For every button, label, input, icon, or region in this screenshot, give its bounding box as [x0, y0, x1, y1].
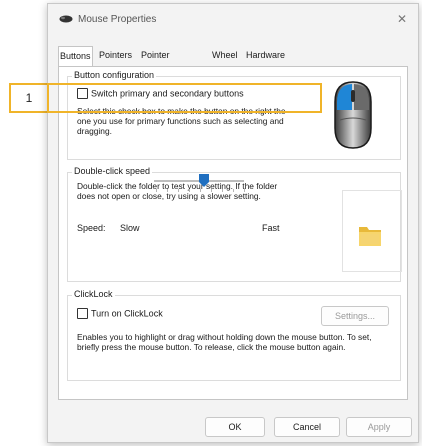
buttons-tab-panel: Button configuration Switch primary and …: [58, 66, 408, 400]
slow-label: Slow: [120, 223, 140, 233]
slider-tick: [233, 189, 234, 192]
fast-label: Fast: [262, 223, 280, 233]
mouse-icon: [59, 15, 73, 23]
cancel-button[interactable]: Cancel: [274, 417, 340, 437]
annotation-highlight-box: [47, 83, 322, 113]
slider-tick: [244, 189, 245, 192]
slider-tick: [211, 189, 212, 192]
slider-tick: [222, 189, 223, 192]
annotation-marker: 1: [9, 83, 47, 113]
double-click-speed-title: Double-click speed: [72, 166, 153, 176]
clicklock-row[interactable]: Turn on ClickLock: [77, 308, 163, 320]
mouse-illustration-icon: [334, 81, 372, 149]
slider-thumb-icon[interactable]: [198, 174, 209, 187]
folder-icon[interactable]: [357, 222, 383, 248]
clicklock-settings-button[interactable]: Settings...: [321, 306, 389, 326]
ok-button[interactable]: OK: [205, 417, 265, 437]
speed-label: Speed:: [77, 223, 106, 233]
clicklock-title: ClickLock: [72, 289, 115, 299]
slider-tick: [189, 189, 190, 192]
tab-pointers[interactable]: Pointers: [98, 46, 133, 65]
slider-tick: [167, 189, 168, 192]
slider-tick: [156, 189, 157, 192]
slider-tick: [200, 189, 201, 192]
close-icon[interactable]: ✕: [394, 11, 410, 27]
clicklock-checkbox[interactable]: [77, 308, 88, 320]
tab-pointer-options[interactable]: Pointer Options: [140, 46, 173, 79]
button-configuration-title: Button configuration: [72, 70, 157, 80]
double-click-description: Double-click the folder to test your set…: [77, 181, 278, 201]
window-title: Mouse Properties: [78, 14, 157, 25]
mouse-properties-dialog: Mouse Properties ✕ Buttons Pointers Poin…: [47, 3, 419, 443]
tab-hardware[interactable]: Hardware: [245, 46, 286, 65]
clicklock-description: Enables you to highlight or drag without…: [77, 332, 372, 352]
apply-button[interactable]: Apply: [346, 417, 412, 437]
slider-tick: [178, 189, 179, 192]
tab-buttons[interactable]: Buttons: [58, 46, 93, 67]
tab-wheel[interactable]: Wheel: [211, 46, 239, 65]
clicklock-label: Turn on ClickLock: [91, 308, 163, 319]
title-bar: Mouse Properties ✕: [48, 4, 418, 34]
